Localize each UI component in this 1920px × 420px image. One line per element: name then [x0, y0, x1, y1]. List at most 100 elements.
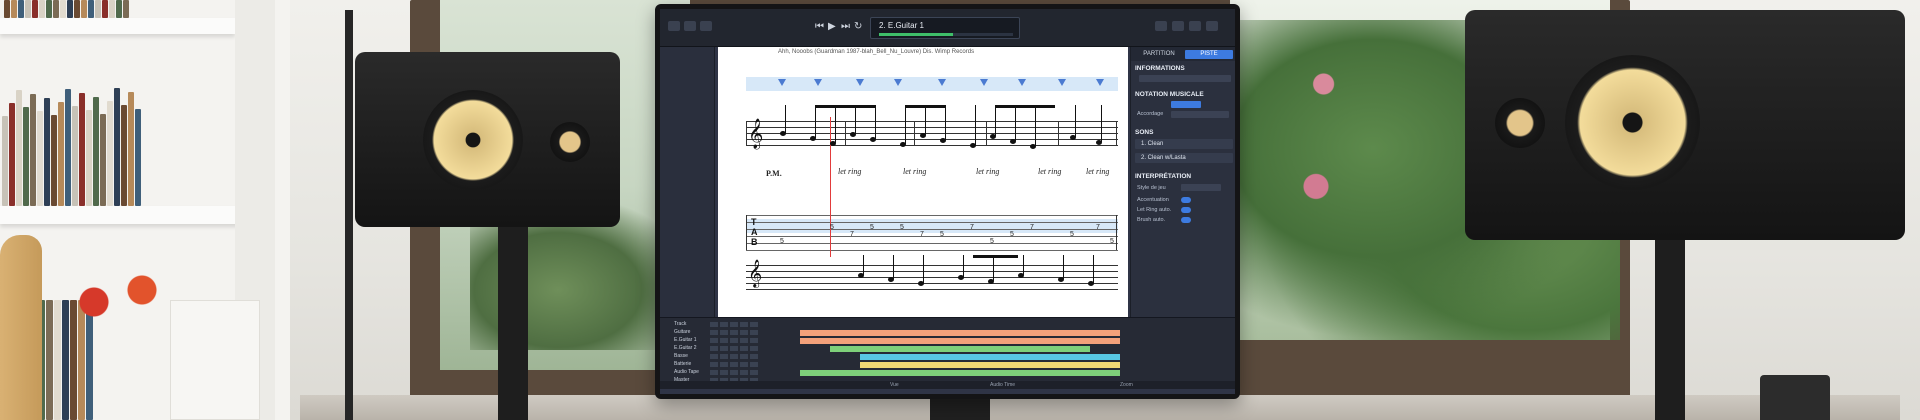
sequencer-block	[860, 362, 1120, 368]
sound-item[interactable]: 2. Clean w/Lasta	[1135, 153, 1233, 163]
note-beam	[973, 255, 1018, 258]
tab-number: 5	[870, 224, 874, 231]
play-icon[interactable]: ▶	[828, 20, 836, 34]
book	[2, 116, 8, 206]
mixer-cell	[740, 330, 748, 335]
toolbar-button[interactable]	[1172, 21, 1184, 31]
tab-line	[746, 236, 1118, 237]
note-stem	[963, 255, 964, 277]
loop-icon[interactable]: ↻	[854, 20, 862, 34]
accordage-field[interactable]	[1171, 111, 1229, 118]
mixer-cell	[750, 362, 758, 367]
track-label: Batterie	[674, 361, 692, 367]
toolbar-button[interactable]	[1206, 21, 1218, 31]
speaker-left	[355, 52, 620, 227]
tab-number: 7	[850, 231, 854, 238]
style-select[interactable]	[1181, 184, 1221, 191]
tab-number: 5	[990, 238, 994, 245]
note-stem	[1093, 255, 1094, 283]
pen-cup	[1760, 375, 1830, 420]
book	[58, 102, 64, 206]
rewind-icon[interactable]: ⏮	[815, 20, 824, 34]
section-sons: SONS	[1135, 129, 1154, 136]
sequencer-block	[830, 346, 1090, 352]
bar-line	[1116, 121, 1117, 145]
mixer-cell	[730, 330, 738, 335]
brush-toggle[interactable]	[1181, 217, 1191, 223]
track-name: 2. E.Guitar 1	[879, 21, 924, 30]
mixer-cell	[720, 338, 728, 343]
tab-letter: T	[751, 217, 757, 227]
toolbar-button[interactable]	[700, 21, 712, 31]
mixer-cell	[720, 322, 728, 327]
track-display[interactable]: 2. E.Guitar 1	[870, 17, 1020, 39]
shelf-board	[0, 18, 235, 34]
book	[114, 88, 120, 206]
guitar-body	[0, 235, 42, 420]
mixer-cell	[720, 362, 728, 367]
track-progress-bar	[879, 33, 1013, 36]
toolbar-button[interactable]	[1155, 21, 1167, 31]
note-stem	[835, 105, 836, 143]
note-stem	[785, 105, 786, 133]
let-ring-label: let ring	[1038, 167, 1062, 176]
transport-controls: ⏮ ▶ ⏭ ↻	[815, 20, 867, 34]
tab-number: 7	[920, 231, 924, 238]
track-label: Basse	[674, 353, 688, 359]
mixer-cell	[720, 346, 728, 351]
mixer-cell	[750, 338, 758, 343]
section-notation: NOTATION MUSICALE	[1135, 91, 1204, 98]
book	[18, 0, 24, 18]
tab-line	[746, 250, 1118, 251]
track-label: Track	[674, 321, 687, 327]
toolbar-button[interactable]	[668, 21, 680, 31]
tab-line	[746, 215, 1118, 216]
book	[81, 0, 87, 18]
brush-label: Brush auto.	[1137, 217, 1166, 223]
book	[121, 105, 127, 206]
book	[88, 0, 94, 18]
note-stem	[923, 255, 924, 283]
tab-piste[interactable]: PISTE	[1185, 50, 1233, 59]
tab-number: 7	[970, 224, 974, 231]
score-title: Ahh, Nooobs (Guardman 1987-blah_Bell_Nu_…	[778, 49, 975, 55]
woofer-right	[1565, 55, 1700, 190]
note-stem	[1023, 255, 1024, 275]
toolbar-button[interactable]	[684, 21, 696, 31]
toolbar-button[interactable]	[1189, 21, 1201, 31]
book	[25, 0, 31, 18]
tab-partition[interactable]: PARTITION	[1135, 50, 1183, 59]
bottom-label: Audio Time	[990, 382, 1016, 388]
tab-line	[746, 222, 1118, 223]
book	[46, 300, 53, 420]
computer-monitor: ⏮ ▶ ⏭ ↻ 2. E.Guitar 1 Ahh, Nooobs (Guard…	[655, 4, 1240, 399]
note-stem	[1015, 105, 1016, 141]
accordage-label: Accordage	[1137, 111, 1164, 117]
sound-item[interactable]: 1. Clean	[1135, 139, 1233, 149]
book	[37, 111, 43, 206]
staff-line	[746, 121, 1118, 122]
mixer-cell	[740, 322, 748, 327]
book	[102, 0, 108, 18]
let-ring-toggle[interactable]	[1181, 207, 1191, 213]
mixer-cell	[730, 338, 738, 343]
mixer-cell	[740, 338, 748, 343]
tab-letter: B	[751, 237, 758, 247]
mixer-cell	[710, 338, 718, 343]
notation-select[interactable]	[1171, 101, 1201, 108]
bar-line	[746, 121, 747, 145]
accentuation-toggle[interactable]	[1181, 197, 1191, 203]
let-ring-label: let ring	[903, 167, 927, 176]
let-ring-label: let ring	[976, 167, 1000, 176]
inspector-tabs: PARTITION PISTE	[1131, 47, 1235, 61]
let-ring-label: let ring	[1086, 167, 1110, 176]
mixer-cell	[710, 346, 718, 351]
mixer-cell	[750, 322, 758, 327]
note-beam	[815, 105, 875, 108]
tab-number: 5	[940, 231, 944, 238]
forward-icon[interactable]: ⏭	[841, 20, 850, 34]
book	[67, 0, 73, 18]
measure-marker-icon	[980, 79, 988, 86]
book	[9, 103, 15, 206]
track-name-field[interactable]	[1139, 75, 1231, 82]
